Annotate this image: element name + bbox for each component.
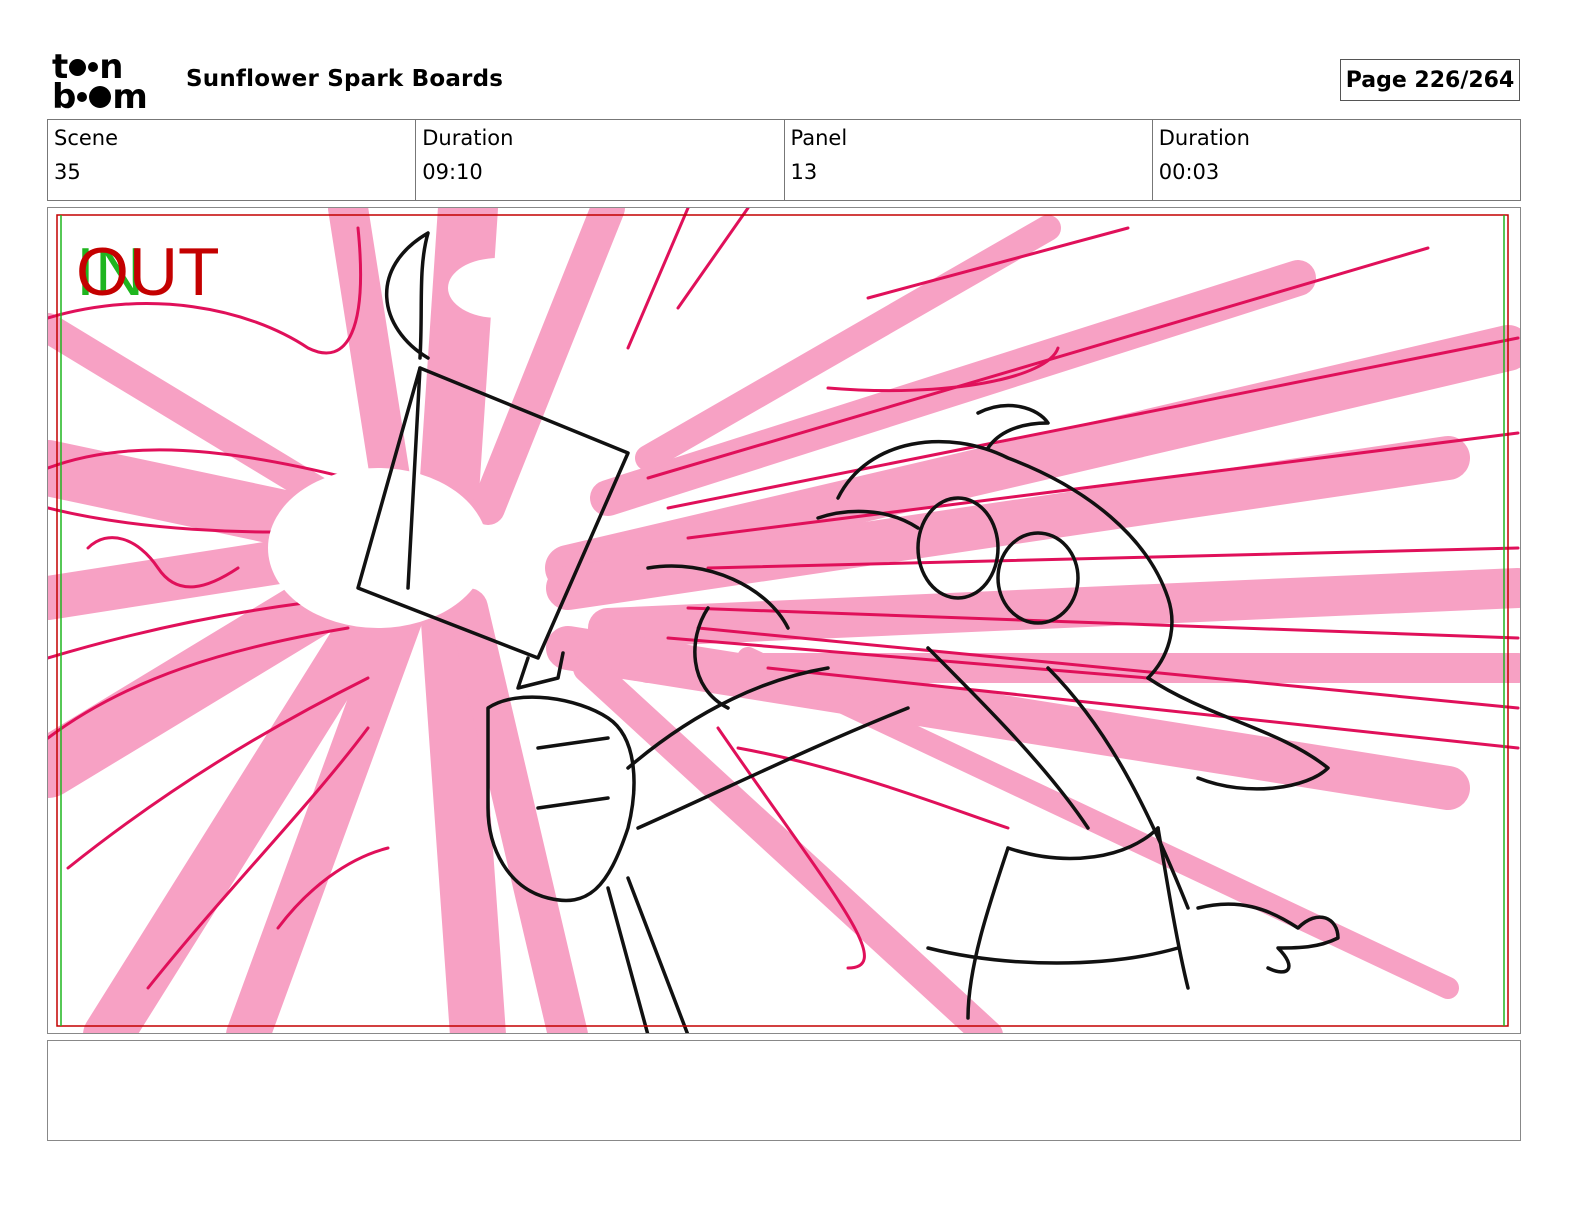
panel-notes[interactable] xyxy=(47,1040,1521,1141)
storyboard-panel: IN OUT xyxy=(47,207,1521,1034)
board-title: Sunflower Spark Boards xyxy=(186,66,504,92)
panel-duration-cell: Duration 00:03 xyxy=(1153,120,1520,200)
scene-duration-value: 09:10 xyxy=(422,160,483,184)
out-marker: OUT xyxy=(76,234,220,310)
panel-cell: Panel 13 xyxy=(785,120,1153,200)
scene-cell: Scene 35 xyxy=(48,120,417,200)
page-indicator: Page 226/264 xyxy=(1340,59,1520,101)
scene-label: Scene xyxy=(54,126,119,150)
toonboom-logo: t n b m xyxy=(52,50,164,114)
panel-label: Panel xyxy=(790,126,848,150)
scene-duration-label: Duration xyxy=(422,126,514,150)
scene-value: 35 xyxy=(54,160,81,184)
scene-info-table: Scene 35 Duration 09:10 Panel 13 Duratio… xyxy=(47,119,1521,201)
panel-value: 13 xyxy=(790,160,818,184)
panel-sketch xyxy=(48,208,1520,1033)
scene-duration-cell: Duration 09:10 xyxy=(416,120,785,200)
panel-duration-label: Duration xyxy=(1158,126,1250,150)
panel-duration-value: 00:03 xyxy=(1158,160,1220,184)
